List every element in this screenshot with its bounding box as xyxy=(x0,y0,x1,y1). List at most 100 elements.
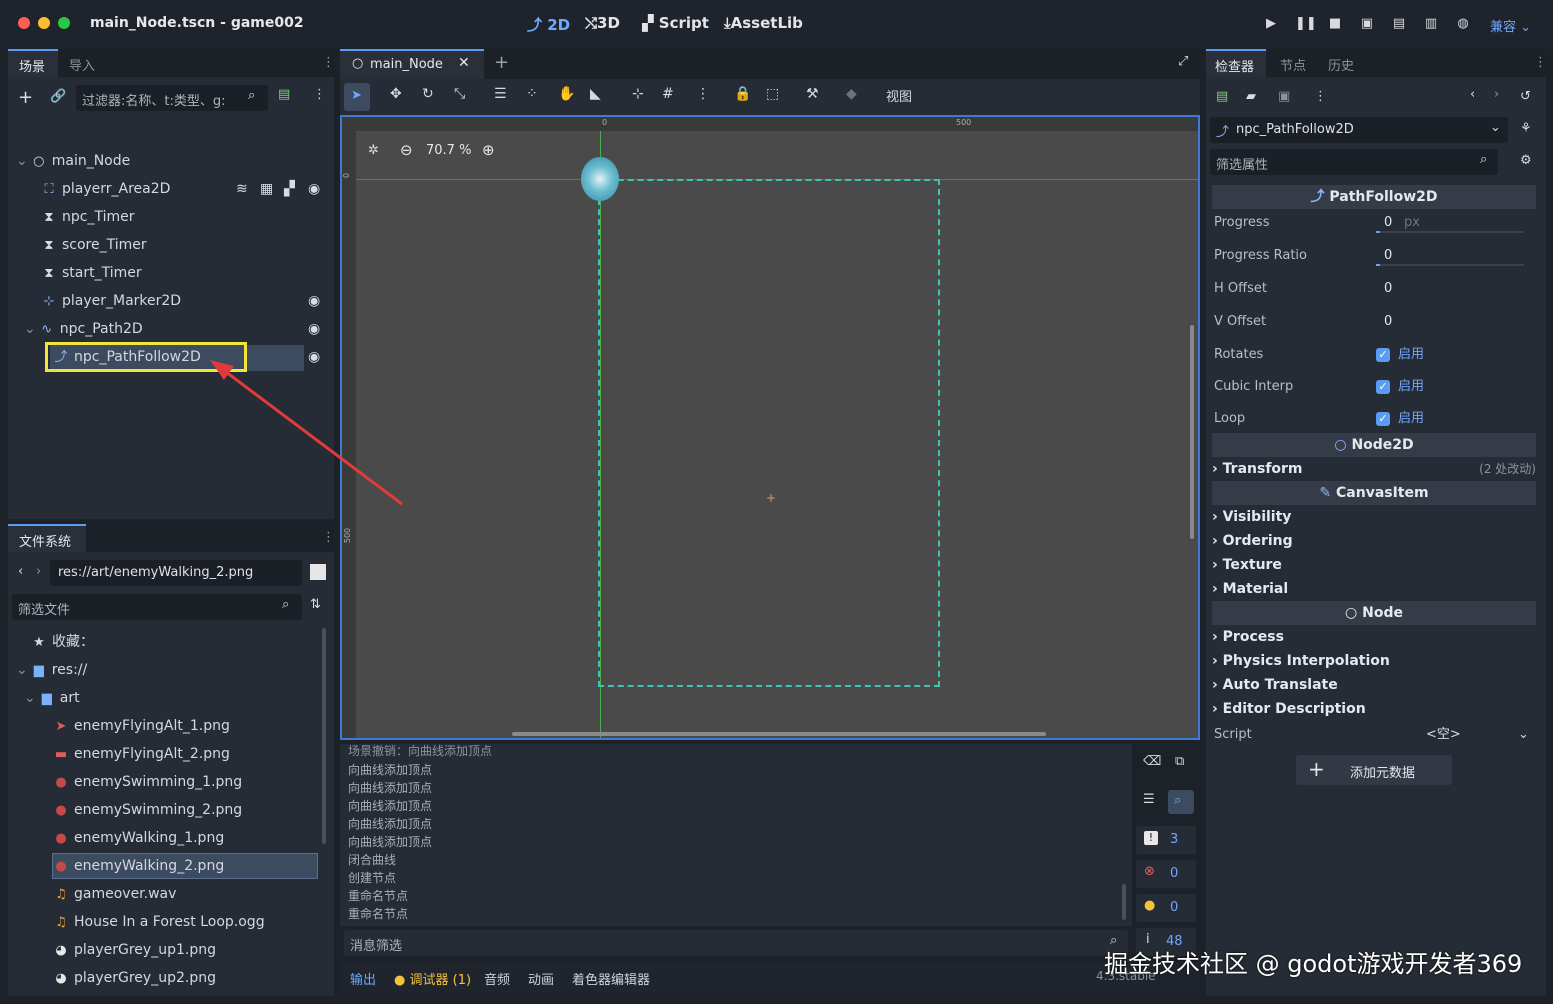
play-icon[interactable]: ▶ xyxy=(1263,16,1279,32)
pause-icon[interactable]: ❚❚ xyxy=(1295,16,1317,32)
prop-script[interactable]: Script <空> ⌄ xyxy=(1206,719,1540,751)
history-forward-icon[interactable]: › xyxy=(1494,87,1499,102)
zoom-in-icon[interactable]: ⊕ xyxy=(482,141,495,159)
minimize-window-button[interactable] xyxy=(38,17,50,29)
open-folder-icon[interactable]: ▰ xyxy=(1246,89,1256,104)
tab-debugger[interactable]: ● 调试器 (1) xyxy=(394,969,471,988)
snap-options-icon[interactable]: ⋮ xyxy=(696,86,710,102)
property-filter-input[interactable]: 筛选属性 ⌕ xyxy=(1210,149,1498,175)
tree-node-score-timer[interactable]: ⧗ score_Timer xyxy=(42,231,146,259)
split-view-icon[interactable] xyxy=(310,564,326,580)
checkbox-checked-icon[interactable]: ✓ xyxy=(1376,348,1390,362)
section-texture[interactable]: › Texture xyxy=(1212,553,1282,577)
zoom-level[interactable]: 70.7 % xyxy=(426,143,471,158)
visibility-eye-icon[interactable]: ◉ xyxy=(308,287,320,315)
tree-node-npc-path2d[interactable]: ⌄ ∿ npc_Path2D ◉ xyxy=(24,315,326,343)
save-icon[interactable]: ▣ xyxy=(1278,89,1290,104)
file-item[interactable]: ◕ playerGrey_up2.png xyxy=(54,964,216,992)
errors-toggle[interactable]: ⊗ 0 xyxy=(1136,860,1196,888)
lock-icon[interactable]: 🔒 xyxy=(734,86,751,102)
mode-3d-button[interactable]: ⤭3D xyxy=(585,14,620,32)
grid-snap-icon[interactable]: # xyxy=(662,86,674,102)
file-filter-input[interactable]: 筛选文件 ⌕ xyxy=(12,594,302,620)
tab-scene[interactable]: 场景 xyxy=(8,49,58,77)
horizontal-scrollbar[interactable] xyxy=(512,732,1046,736)
close-window-button[interactable] xyxy=(18,17,30,29)
tree-node-start-timer[interactable]: ⧗ start_Timer xyxy=(42,259,141,287)
pivot-icon[interactable]: ⁘ xyxy=(526,86,538,102)
distraction-free-icon[interactable]: ⤢ xyxy=(1178,54,1188,69)
section-material[interactable]: › Material xyxy=(1212,577,1288,601)
rotate-icon[interactable]: ↻ xyxy=(422,86,434,102)
file-item[interactable]: ● enemyWalking_1.png xyxy=(54,824,224,852)
scene-filter-input[interactable]: 过滤器:名称、t:类型、g: ⌕ xyxy=(76,85,268,111)
tree-node-npc-timer[interactable]: ⧗ npc_Timer xyxy=(42,203,134,231)
tab-import[interactable]: 导入 xyxy=(69,55,95,74)
path-follow-marker[interactable] xyxy=(581,157,619,201)
message-filter-input[interactable]: 消息筛选 ⌕ xyxy=(344,930,1128,956)
tab-node[interactable]: 节点 xyxy=(1280,55,1306,74)
history-back-icon[interactable]: ‹ xyxy=(1470,87,1475,102)
pan-icon[interactable]: ✋ xyxy=(558,86,575,102)
section-physics-interpolation[interactable]: › Physics Interpolation xyxy=(1212,649,1390,673)
visibility-eye-icon[interactable]: ◉ xyxy=(308,315,320,343)
prop-cubic-interp[interactable]: Cubic Interp ✓ 启用 xyxy=(1206,371,1540,403)
play-custom-icon[interactable]: ▥ xyxy=(1423,16,1439,32)
attach-script-icon[interactable]: ▤ xyxy=(278,87,290,102)
path-input[interactable]: res://art/enemyWalking_2.png xyxy=(50,560,302,586)
dock-menu-icon[interactable]: ⋮ xyxy=(1534,55,1547,70)
view-menu[interactable]: 视图 xyxy=(886,86,912,105)
favorites-item[interactable]: ★ 收藏： xyxy=(32,628,94,656)
list-select-icon[interactable]: ☰ xyxy=(494,86,507,102)
warnings-toggle[interactable]: ● 0 xyxy=(1136,894,1196,922)
back-icon[interactable]: ‹ xyxy=(18,564,23,579)
prop-v-offset[interactable]: V Offset 0 xyxy=(1206,306,1540,338)
script-icon[interactable]: ▞ xyxy=(284,175,295,203)
section-transform[interactable]: › Transform (2 处改动) xyxy=(1212,457,1536,481)
section-visibility[interactable]: › Visibility xyxy=(1212,505,1291,529)
remote-debug-icon[interactable]: ▣ xyxy=(1359,16,1375,32)
camera-override-icon[interactable]: ◆ xyxy=(846,86,857,102)
select-tool-button[interactable]: ➤ xyxy=(344,83,370,111)
file-item[interactable]: ● enemySwimming_1.png xyxy=(54,768,242,796)
file-item[interactable]: ◕ playerGrey_up1.png xyxy=(54,936,216,964)
forward-icon[interactable]: › xyxy=(36,564,41,579)
bone-icon[interactable]: ⚒ xyxy=(806,86,819,102)
move-icon[interactable]: ✥ xyxy=(390,86,402,102)
tab-inspector[interactable]: 检查器 xyxy=(1206,49,1266,77)
movie-maker-icon[interactable]: ◍ xyxy=(1455,16,1471,32)
file-item[interactable]: ➤ enemyFlyingAlt_1.png xyxy=(54,712,230,740)
file-item-selected[interactable]: ● enemyWalking_2.png xyxy=(54,852,224,880)
dock-menu-icon[interactable]: ⋮ xyxy=(322,55,335,70)
tab-shader-editor[interactable]: 着色器编辑器 xyxy=(572,969,650,988)
scene-menu-icon[interactable]: ⋮ xyxy=(313,87,326,102)
resource-menu-icon[interactable]: ⋮ xyxy=(1314,89,1327,104)
prop-h-offset[interactable]: H Offset 0 xyxy=(1206,273,1540,305)
mode-assetlib-button[interactable]: ⤓AssetLib xyxy=(724,14,803,32)
stop-icon[interactable]: ■ xyxy=(1327,16,1343,32)
tab-history[interactable]: 历史 xyxy=(1328,55,1354,74)
new-tab-icon[interactable]: + xyxy=(494,52,509,73)
object-history-icon[interactable]: ↺ xyxy=(1520,89,1531,104)
center-view-icon[interactable]: ✲ xyxy=(368,143,379,158)
signal-icon[interactable]: ≋ xyxy=(236,175,248,203)
node-info-icon[interactable]: ⚘ xyxy=(1520,121,1532,136)
checkbox-checked-icon[interactable]: ✓ xyxy=(1376,412,1390,426)
folder-art[interactable]: ⌄ ▆ art xyxy=(24,684,80,712)
clear-output-icon[interactable]: ⌫ xyxy=(1143,754,1161,769)
section-ordering[interactable]: › Ordering xyxy=(1212,529,1293,553)
smart-snap-icon[interactable]: ⊹ xyxy=(632,86,644,102)
mode-2d-button[interactable]: ⤴ 2D xyxy=(527,14,570,35)
tab-output[interactable]: 输出 xyxy=(350,969,376,988)
mode-script-button[interactable]: ▞ Script xyxy=(642,14,709,32)
tree-node-player-marker2d[interactable]: ⊹ player_Marker2D ◉ xyxy=(42,287,326,315)
tab-filesystem[interactable]: 文件系统 xyxy=(8,524,86,552)
vertical-scrollbar[interactable] xyxy=(1190,325,1194,539)
file-item[interactable]: ● enemySwimming_2.png xyxy=(54,796,242,824)
play-scene-icon[interactable]: ▤ xyxy=(1391,16,1407,32)
close-tab-icon[interactable]: ✕ xyxy=(458,55,470,71)
group-icon[interactable]: ▦ xyxy=(260,175,273,203)
section-editor-description[interactable]: › Editor Description xyxy=(1212,697,1366,721)
dock-menu-icon[interactable]: ⋮ xyxy=(322,530,335,545)
scale-icon[interactable]: ⤡ xyxy=(454,86,465,102)
